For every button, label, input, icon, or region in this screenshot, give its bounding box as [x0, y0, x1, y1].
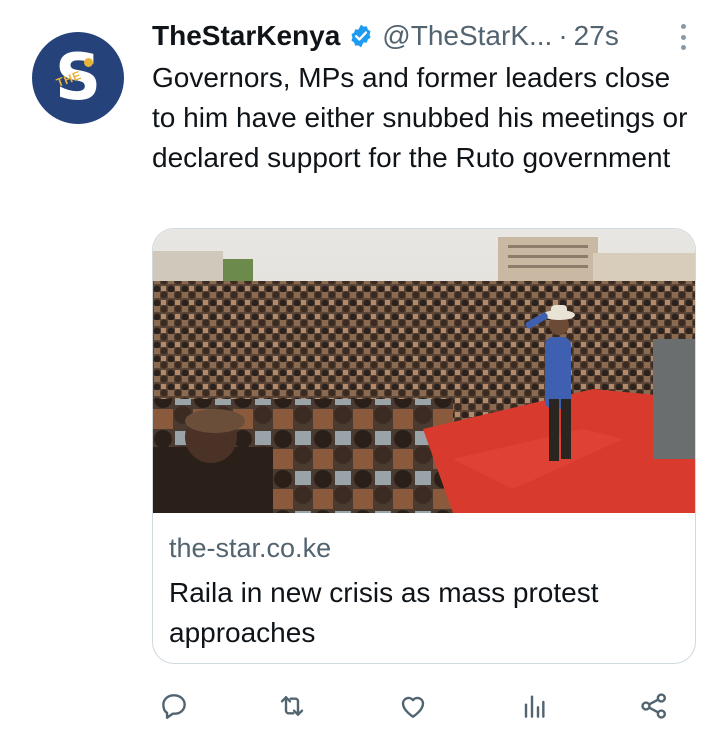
- retweet-button[interactable]: [274, 688, 310, 724]
- reply-button[interactable]: [156, 688, 192, 724]
- retweet-icon: [280, 696, 304, 716]
- card-image[interactable]: [153, 229, 695, 513]
- card-domain: the-star.co.ke: [169, 533, 332, 563]
- author-handle[interactable]: @TheStarK...: [382, 20, 552, 52]
- crowd-rally-photo: [153, 229, 695, 513]
- heart-icon: [401, 696, 425, 718]
- avatar[interactable]: S THE: [32, 32, 124, 124]
- share-icon: [641, 693, 666, 719]
- tweet-actions: [0, 684, 720, 728]
- tweet-header: TheStarKenya @TheStarK... · 27s: [152, 16, 688, 56]
- verified-badge-icon: [348, 23, 374, 49]
- bar-chart-icon: [524, 695, 545, 718]
- tweet-timestamp[interactable]: 27s: [574, 20, 619, 52]
- reply-icon: [162, 694, 186, 719]
- tweet-text: Governors, MPs and former leaders close …: [152, 62, 688, 173]
- separator-dot: ·: [558, 20, 568, 51]
- author-name[interactable]: TheStarKenya: [152, 20, 340, 52]
- link-card[interactable]: the-star.co.ke Raila in new crisis as ma…: [152, 228, 696, 664]
- share-button[interactable]: [636, 688, 672, 724]
- like-button[interactable]: [395, 688, 431, 724]
- more-options-icon[interactable]: [678, 24, 688, 50]
- card-title: Raila in new crisis as mass protest appr…: [169, 577, 599, 648]
- views-button[interactable]: [516, 688, 552, 724]
- avatar-star-icon: [84, 58, 93, 67]
